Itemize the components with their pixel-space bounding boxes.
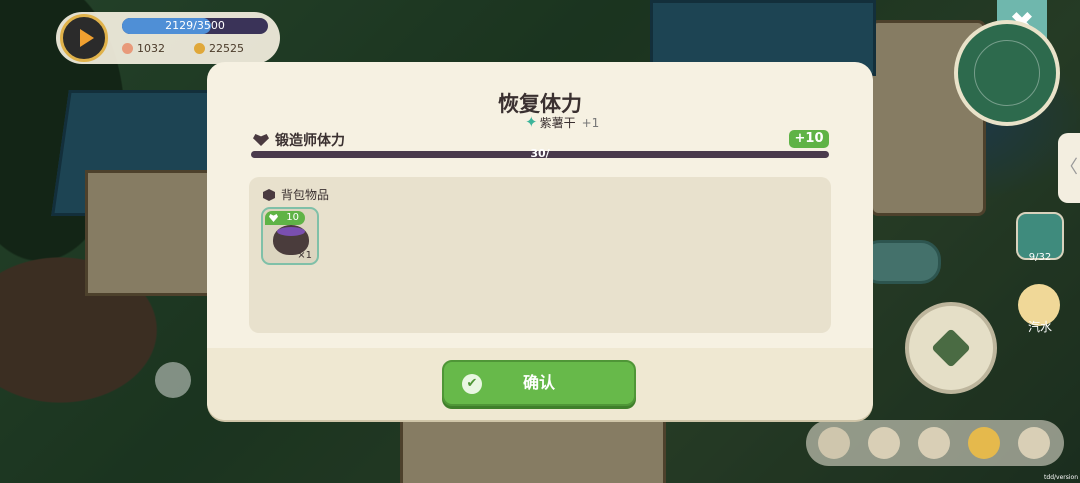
check-icon: ✔: [462, 374, 482, 394]
heart-icon: [253, 134, 269, 146]
coin-counter: 22525: [194, 42, 244, 55]
joystick[interactable]: [155, 362, 191, 398]
player-hud: 2129/3500 1032 22525: [56, 12, 280, 64]
gem-icon: [122, 43, 133, 54]
minimap[interactable]: [954, 20, 1060, 126]
coin-count: 22525: [209, 42, 244, 55]
item-count: ×1: [297, 250, 312, 261]
backpack-title: 背包物品: [263, 186, 329, 203]
backpack-title-text: 背包物品: [281, 188, 330, 202]
soda-label: 汽水: [1027, 320, 1052, 334]
action-button[interactable]: [905, 302, 997, 394]
stamina-value: 30/: [530, 147, 550, 160]
tool-slot-empty[interactable]: [818, 427, 850, 459]
toast-plus: +1: [581, 116, 600, 130]
gem-count: 1032: [137, 42, 165, 55]
confirm-label: 确认: [522, 373, 555, 392]
stamina-bar: 30/: [251, 147, 829, 160]
gem-counter: 1032: [122, 42, 165, 55]
version-text: tdd/version: [1044, 474, 1078, 481]
sparkle-icon: ✦: [525, 113, 538, 131]
cube-icon: [263, 189, 275, 201]
backpack-capacity: 9/32: [1028, 252, 1052, 263]
exp-bar: 2129/3500: [122, 18, 268, 34]
item-stamina-badge: 10: [265, 211, 305, 225]
confirm-button[interactable]: ✔ 确认: [442, 360, 636, 406]
hammer-tool-icon[interactable]: [1018, 427, 1050, 459]
player-avatar[interactable]: [60, 14, 108, 62]
backpack-panel: 背包物品 10 ×1: [249, 177, 831, 333]
axe-tool-icon[interactable]: [868, 427, 900, 459]
toast-item-name: 紫薯干: [539, 116, 576, 130]
pickaxe-tool-icon[interactable]: [918, 427, 950, 459]
stamina-gain-badge: +10: [789, 130, 829, 148]
sword-tool-icon[interactable]: [968, 427, 1000, 459]
restore-stamina-dialog: 恢复体力 ✦ 紫薯干 +1 锻造师体力 +10 30/ 背包物品 10 ×1 ✔ 确…: [207, 62, 873, 420]
item-gain-toast: ✦ 紫薯干 +1: [525, 113, 599, 131]
coin-icon: [194, 43, 205, 54]
item-slot[interactable]: 10 ×1: [261, 207, 319, 265]
collapse-tab[interactable]: 〈: [1058, 133, 1080, 203]
exp-text: 2129/3500: [165, 19, 225, 32]
